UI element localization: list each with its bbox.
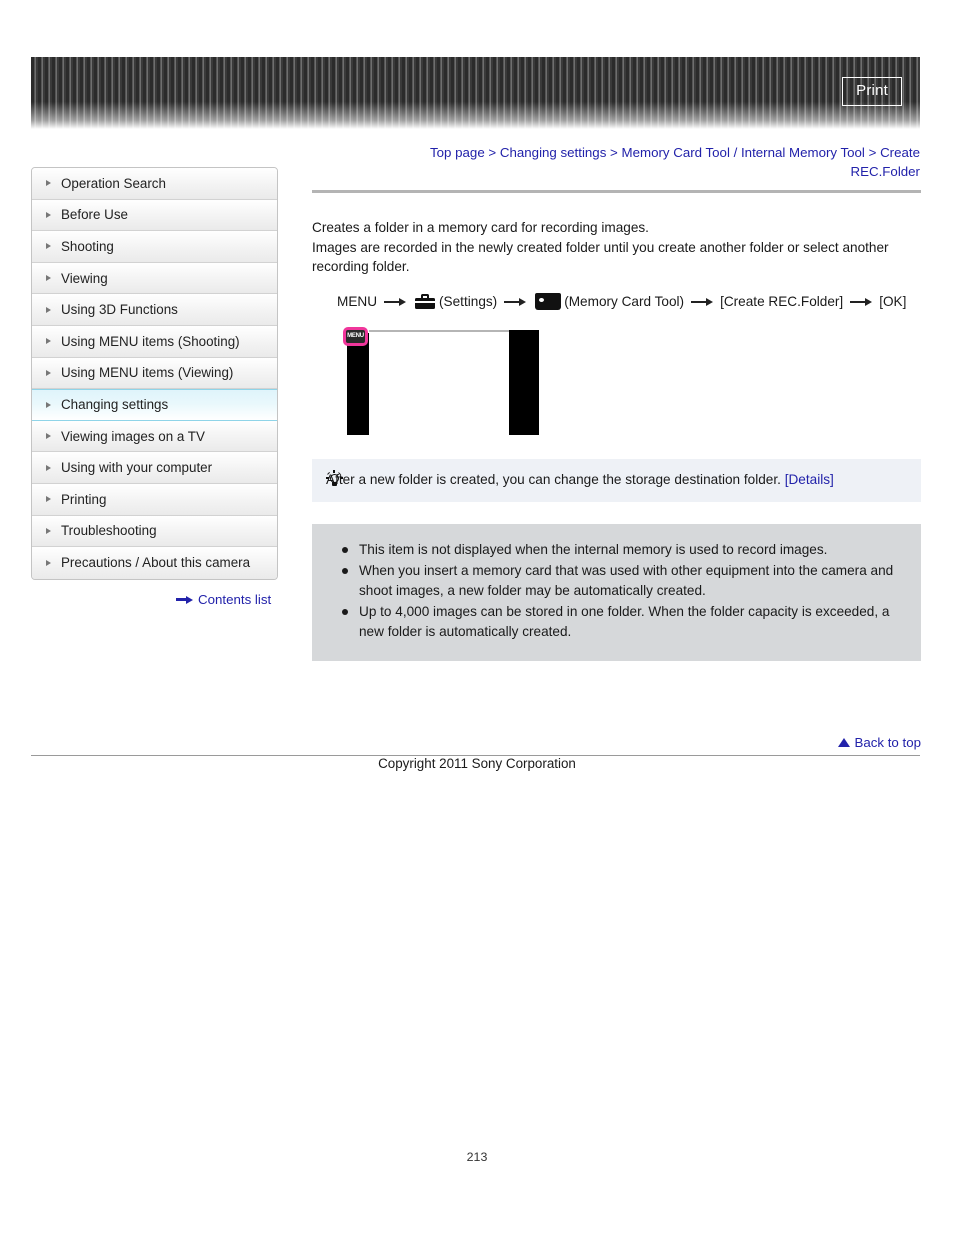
- sidebar-item-precautions-about-this-camera[interactable]: Precautions / About this camera: [32, 547, 277, 579]
- sidebar-item-printing[interactable]: Printing: [32, 483, 277, 516]
- chevron-right-icon: [46, 275, 51, 282]
- page-number: 213: [466, 1150, 488, 1164]
- menu-button-label: MENU: [347, 332, 364, 339]
- arrow-right-icon: [176, 595, 193, 604]
- sidebar-item-viewing[interactable]: Viewing: [32, 262, 277, 295]
- sidebar-item-label: Viewing: [61, 270, 108, 286]
- list-item: Up to 4,000 images can be stored in one …: [330, 602, 903, 642]
- sidebar-navigation: Operation Search Before Use Shooting Vie…: [31, 167, 278, 580]
- back-to-top-link[interactable]: Back to top: [312, 735, 921, 750]
- sidebar-item-label: Viewing images on a TV: [61, 428, 205, 444]
- chevron-right-icon: [46, 464, 51, 471]
- menu-path-start: MENU: [337, 293, 378, 309]
- breadcrumb-separator: >: [488, 145, 497, 160]
- tip-text: After a new folder is created, you can c…: [326, 471, 781, 487]
- screen-center-panel: [369, 329, 509, 435]
- sidebar-item-changing-settings[interactable]: Changing settings: [32, 389, 277, 421]
- sidebar-item-label: Precautions / About this camera: [61, 555, 251, 571]
- triangle-up-icon: [838, 738, 851, 747]
- arrow-right-icon: [384, 297, 407, 306]
- back-to-top-label: Back to top: [854, 735, 921, 750]
- notes-list: This item is not displayed when the inte…: [330, 540, 903, 642]
- sidebar-item-label: Troubleshooting: [61, 523, 157, 539]
- menu-path-memory-card-label: (Memory Card Tool): [564, 293, 685, 309]
- menu-button-highlight: MENU: [343, 326, 368, 346]
- screen-left-bar: [347, 332, 369, 435]
- chevron-right-icon: [46, 559, 51, 566]
- tip-text-row: After a new folder is created, you can c…: [326, 470, 907, 489]
- page-header-banner: Print: [31, 57, 920, 129]
- section-divider: [312, 190, 921, 193]
- chevron-right-icon: [46, 180, 51, 187]
- sidebar-item-label: Using 3D Functions: [61, 302, 178, 318]
- breadcrumb: Top page > Changing settings > Memory Ca…: [386, 143, 920, 181]
- breadcrumb-separator: >: [868, 145, 877, 160]
- sidebar-item-using-menu-items-viewing[interactable]: Using MENU items (Viewing): [32, 357, 277, 390]
- details-link[interactable]: [Details]: [785, 472, 834, 487]
- sidebar-item-operation-search[interactable]: Operation Search: [32, 168, 277, 200]
- chevron-right-icon: [46, 433, 51, 440]
- contents-list-link[interactable]: Contents list: [176, 592, 271, 607]
- memory-card-icon: [535, 293, 562, 311]
- print-button[interactable]: Print: [842, 77, 902, 106]
- sidebar-item-using-menu-items-shooting[interactable]: Using MENU items (Shooting): [32, 325, 277, 358]
- sidebar-item-label: Changing settings: [61, 397, 169, 413]
- chevron-right-icon: [46, 401, 51, 408]
- list-item: When you insert a memory card that was u…: [330, 561, 903, 601]
- sidebar-item-label: Using MENU items (Shooting): [61, 333, 240, 349]
- chevron-right-icon: [46, 527, 51, 534]
- settings-toolbox-icon: [415, 294, 436, 310]
- chevron-right-icon: [46, 338, 51, 345]
- chevron-right-icon: [46, 211, 51, 218]
- chevron-right-icon: [46, 243, 51, 250]
- breadcrumb-item-changing-settings[interactable]: Changing settings: [500, 145, 606, 160]
- sidebar-item-before-use[interactable]: Before Use: [32, 199, 277, 232]
- screen-right-bar: [509, 329, 539, 435]
- sidebar-item-label: Shooting: [61, 238, 114, 254]
- breadcrumb-item-memory-card-tool[interactable]: Memory Card Tool / Internal Memory Tool: [622, 145, 865, 160]
- sidebar-item-label: Printing: [61, 491, 107, 507]
- sidebar-item-troubleshooting[interactable]: Troubleshooting: [32, 515, 277, 548]
- copyright-text: Copyright 2011 Sony Corporation: [378, 756, 576, 771]
- menu-path-settings-label: (Settings): [439, 293, 498, 309]
- menu-path-ok: [OK]: [879, 293, 907, 309]
- breadcrumb-separator: >: [610, 145, 618, 160]
- intro-text: Creates a folder in a memory card for re…: [312, 218, 921, 277]
- main-content: Creates a folder in a memory card for re…: [312, 190, 921, 661]
- chevron-right-icon: [46, 369, 51, 376]
- arrow-right-icon: [850, 297, 873, 306]
- arrow-right-icon: [504, 297, 527, 306]
- breadcrumb-item-top-page[interactable]: Top page: [430, 145, 485, 160]
- arrow-right-icon: [691, 297, 714, 306]
- sidebar-item-label: Before Use: [61, 207, 128, 223]
- sidebar-item-viewing-images-on-a-tv[interactable]: Viewing images on a TV: [32, 420, 277, 453]
- contents-list-label: Contents list: [198, 592, 272, 607]
- sidebar-item-label: Using with your computer: [61, 460, 213, 476]
- sidebar-item-label: Using MENU items (Viewing): [61, 365, 234, 381]
- list-item: This item is not displayed when the inte…: [330, 540, 903, 560]
- tip-callout: After a new folder is created, you can c…: [312, 458, 921, 502]
- notes-callout: This item is not displayed when the inte…: [312, 523, 921, 661]
- intro-line-2: Images are recorded in the newly created…: [312, 239, 889, 275]
- intro-line-1: Creates a folder in a memory card for re…: [312, 220, 649, 235]
- menu-navigation-path: MENU (Settings) (Memory Card Tool) [Crea…: [312, 291, 921, 313]
- sidebar-item-using-3d-functions[interactable]: Using 3D Functions: [32, 294, 277, 326]
- sidebar-item-label: Operation Search: [61, 175, 166, 191]
- sidebar-item-shooting[interactable]: Shooting: [32, 231, 277, 263]
- chevron-right-icon: [46, 306, 51, 313]
- sidebar-item-using-with-your-computer[interactable]: Using with your computer: [32, 452, 277, 484]
- menu-path-create-rec-folder: [Create REC.Folder]: [720, 293, 844, 309]
- camera-screen-illustration: MENU: [339, 324, 539, 435]
- chevron-right-icon: [46, 496, 51, 503]
